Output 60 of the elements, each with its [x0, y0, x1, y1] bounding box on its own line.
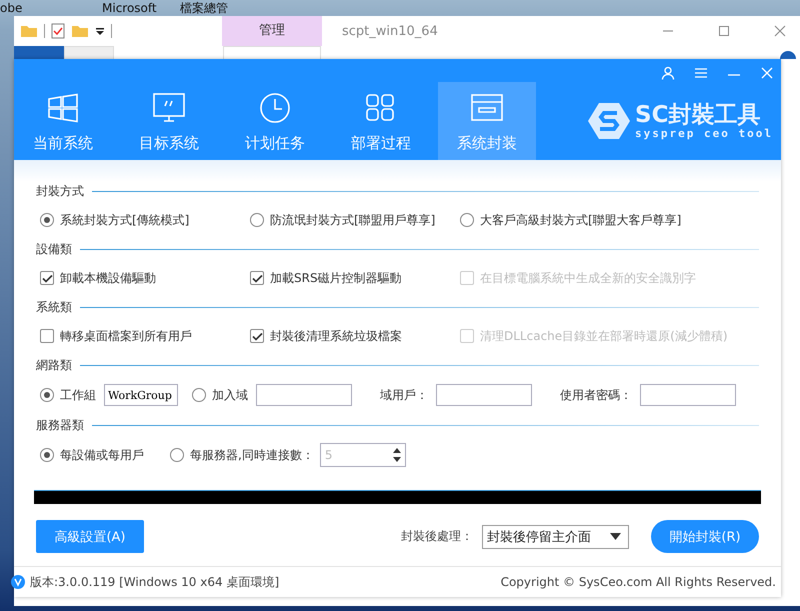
context-tab[interactable]: 管理 [222, 16, 322, 46]
maximize-icon[interactable] [718, 25, 730, 37]
radio-button[interactable] [192, 388, 206, 402]
section-title: 網路類 [36, 356, 72, 374]
input-field[interactable]: WorkGroup [104, 384, 178, 406]
logo-title: SC封裝工具 [635, 102, 762, 126]
checkbox[interactable] [250, 329, 264, 343]
checklist-icon[interactable] [51, 23, 65, 39]
option-label[interactable]: 系統封裝方式[傳統模式] [60, 212, 190, 228]
section-title: 服務器類 [36, 416, 84, 434]
dropdown-icon[interactable] [95, 26, 105, 36]
checkbox[interactable] [40, 329, 54, 343]
radio-button[interactable] [250, 213, 264, 227]
option-label[interactable]: 工作組 [60, 386, 96, 404]
option-label[interactable]: 防流氓封裝方式[聯盟用戶尊享] [270, 212, 436, 228]
logo-tagline: sysprep ceo tool [635, 126, 773, 140]
option-label[interactable]: 卸載本機設備驅動 [60, 270, 156, 286]
checkmark-icon [252, 274, 262, 282]
field-label: 使用者密碼： [560, 386, 632, 404]
option-label[interactable]: 每設備或每用戶 [60, 446, 144, 464]
close-icon[interactable] [774, 25, 786, 37]
section-title: 封裝方式 [36, 182, 84, 200]
option-label[interactable]: 轉移桌面檔案到所有用戶 [60, 328, 192, 344]
checkmark-icon [42, 274, 52, 282]
option-label[interactable]: 封裝後清理系統垃圾檔案 [270, 328, 402, 344]
menu-icon[interactable] [694, 66, 708, 80]
option-label[interactable]: 加載SRS磁片控制器驅動 [270, 270, 402, 286]
dropdown[interactable]: 封裝後停留主介面 [482, 524, 629, 548]
option-label[interactable]: 每服務器,同時連接數： [190, 446, 314, 464]
field-label: 封裝後處理： [401, 528, 473, 545]
desktop-icon-label[interactable]: Microsoft [102, 0, 180, 16]
windows-icon [47, 93, 79, 123]
logo-icon [587, 101, 632, 141]
desktop-icon-label[interactable]: obe [0, 0, 100, 16]
copyright-text: Copyright © SysCeo.com All Rights Reserved. [500, 575, 776, 589]
archive-box-icon [471, 93, 503, 123]
caret-icon [610, 533, 621, 540]
radio-button[interactable] [40, 213, 54, 227]
grid-icon [365, 93, 397, 123]
option-label[interactable]: 大客戶高級封裝方式[聯盟大客戶尊享] [480, 212, 682, 228]
option-label[interactable]: 加入域 [212, 386, 248, 404]
input-field[interactable] [436, 384, 532, 406]
checkbox[interactable] [250, 271, 264, 285]
window-title: scpt_win10_64 [342, 24, 438, 38]
desktop-icon-label[interactable]: 檔案總管 [180, 0, 228, 16]
section-title: 設備類 [36, 240, 72, 258]
field-label: 域用戶： [380, 386, 428, 404]
radio-button[interactable] [460, 213, 474, 227]
clock-icon [259, 93, 291, 123]
version-text: 版本:3.0.0.119 [Windows 10 x64 桌面環境] [30, 574, 280, 590]
section-title: 系統類 [36, 298, 72, 316]
input-field[interactable] [256, 384, 352, 406]
input-field[interactable] [640, 384, 736, 406]
checkbox[interactable] [40, 271, 54, 285]
user-icon[interactable] [661, 66, 675, 80]
checkmark-icon [252, 332, 262, 340]
radio-button[interactable] [40, 448, 54, 462]
radio-button[interactable] [40, 388, 54, 402]
radio-button[interactable] [170, 448, 184, 462]
monitor-icon [153, 93, 185, 123]
